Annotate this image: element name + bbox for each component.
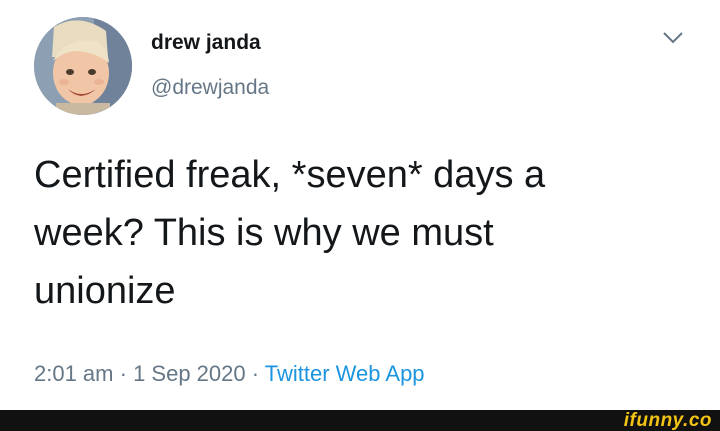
page: drew janda @drewjanda Certified freak, *… [0,0,720,431]
meta-separator: · [113,361,134,386]
avatar[interactable] [34,17,132,115]
display-name[interactable]: drew janda [151,30,261,56]
user-handle[interactable]: @drewjanda [151,75,269,101]
tweet-card: drew janda @drewjanda Certified freak, *… [0,0,720,410]
watermark-bar: ifunny.co [0,410,720,431]
meta-separator: · [245,361,265,386]
avatar-image [34,17,132,115]
watermark-logo: ifunny.co [623,410,712,431]
tweet-text: Certified freak, *seven* days a week? Th… [34,154,546,312]
chevron-down-icon[interactable] [662,30,684,46]
tweet-meta: 2:01 am · 1 Sep 2020 · Twitter Web App [34,360,425,388]
tweet-source-link[interactable]: Twitter Web App [265,361,425,386]
tweet-time[interactable]: 2:01 am [34,361,114,386]
tweet-date[interactable]: 1 Sep 2020 [133,361,246,386]
